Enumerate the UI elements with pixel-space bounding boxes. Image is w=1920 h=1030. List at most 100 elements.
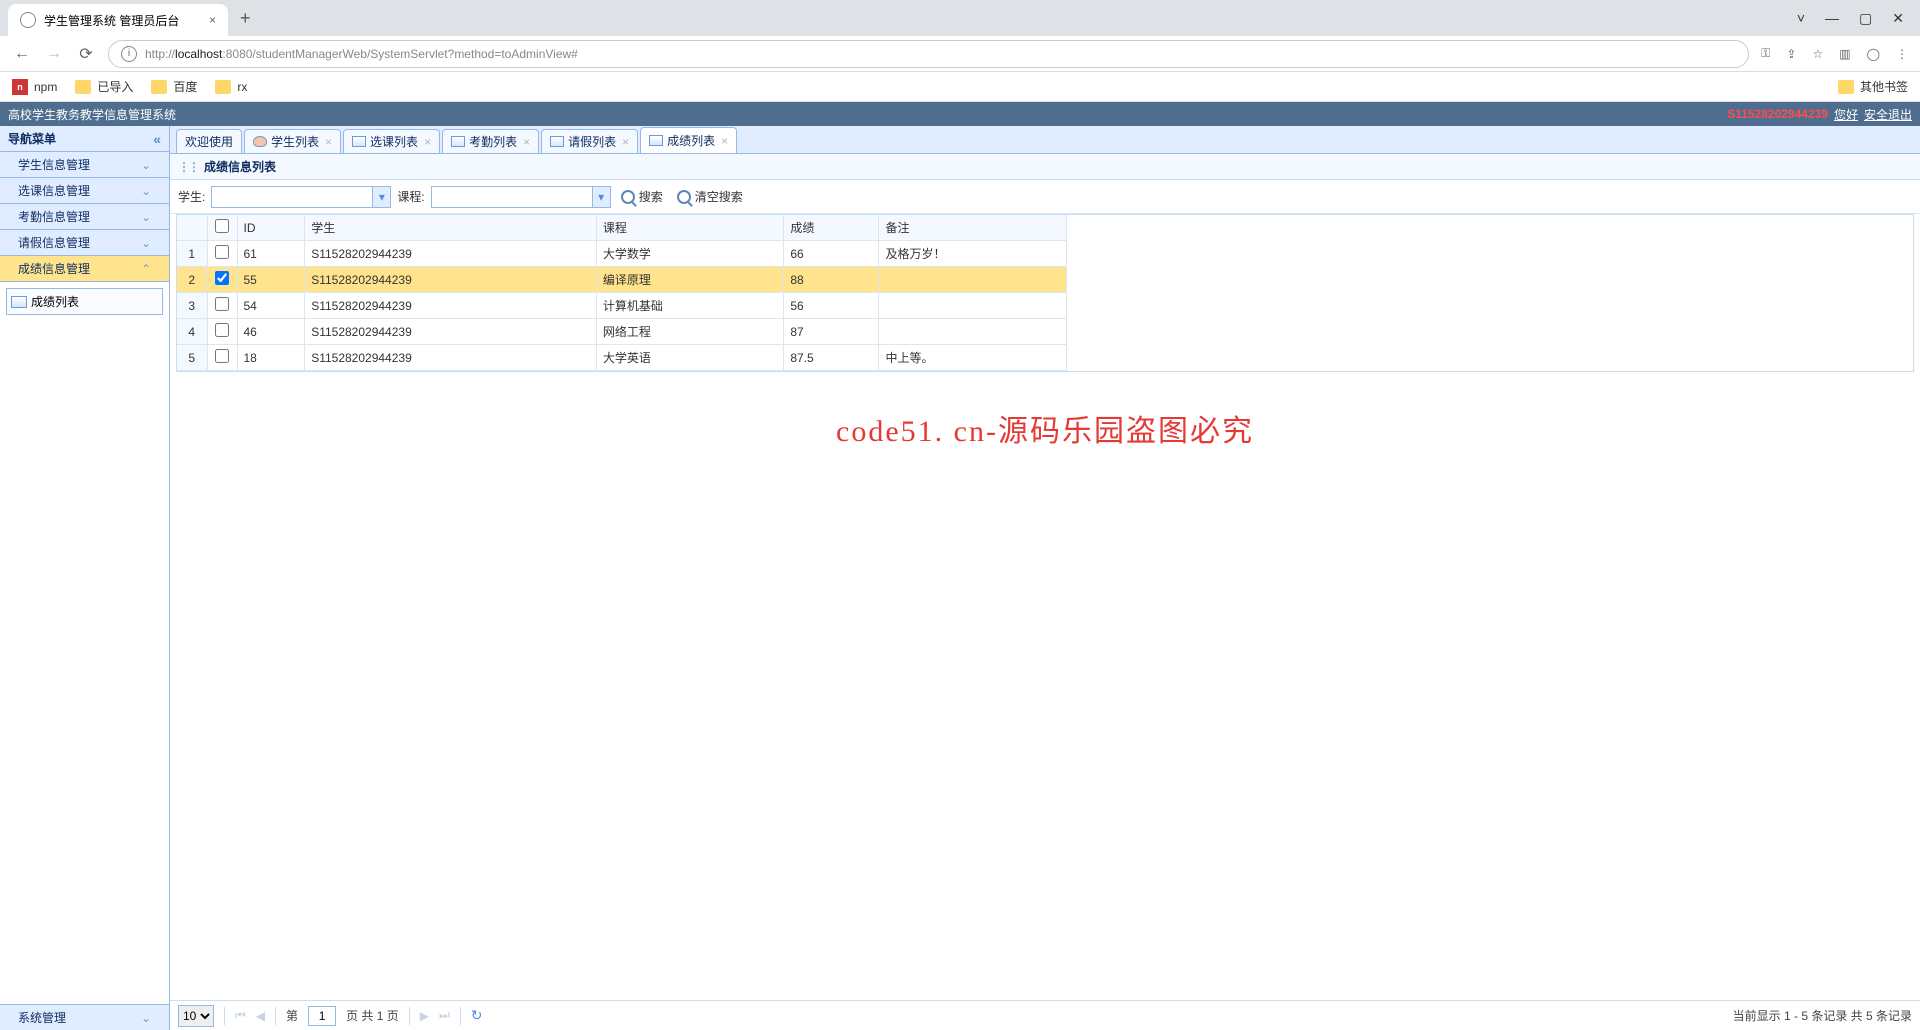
- profile-icon[interactable]: ◯: [1867, 47, 1880, 61]
- book-icon: [649, 135, 663, 146]
- tab-3[interactable]: 考勤列表×: [442, 129, 539, 153]
- student-label: 学生:: [178, 188, 205, 205]
- toolbar: 学生: ▾ 课程: ▾ 搜索 清空搜索: [170, 180, 1920, 214]
- chevron-down-icon[interactable]: ˅: [1797, 10, 1805, 27]
- reload-grid-icon[interactable]: ↻: [471, 1007, 483, 1024]
- favicon-icon: [20, 12, 36, 28]
- star-icon[interactable]: ☆: [1812, 47, 1823, 61]
- tab-1[interactable]: 学生列表×: [244, 129, 341, 153]
- chevron-icon: ⌄: [141, 236, 151, 250]
- app-header: 高校学生教务教学信息管理系统 S11528202944239 您好 安全退出: [0, 102, 1920, 126]
- prev-page-icon[interactable]: ◀: [256, 1009, 265, 1023]
- page-input[interactable]: [308, 1006, 336, 1026]
- back-icon[interactable]: ←: [12, 45, 32, 63]
- chevron-icon: ⌄: [141, 158, 151, 172]
- tab-2[interactable]: 选课列表×: [343, 129, 440, 153]
- greeting-link[interactable]: 您好: [1834, 106, 1858, 123]
- url-text: http://localhost:8080/studentManagerWeb/…: [145, 46, 578, 61]
- chevron-down-icon[interactable]: ▾: [592, 187, 610, 207]
- table-row[interactable]: 161S11528202944239大学数学66及格万岁！: [177, 241, 1067, 267]
- tab-4[interactable]: 请假列表×: [541, 129, 638, 153]
- select-all-checkbox[interactable]: [215, 219, 229, 233]
- close-tab-icon[interactable]: ×: [721, 134, 728, 148]
- search-button[interactable]: 搜索: [617, 186, 667, 207]
- book-icon: [451, 136, 465, 147]
- close-tab-icon[interactable]: ×: [209, 13, 216, 27]
- reload-icon[interactable]: ⟳: [76, 44, 96, 64]
- last-page-icon[interactable]: ⏭: [439, 1008, 450, 1023]
- extensions-icon[interactable]: ▥: [1839, 47, 1850, 61]
- forward-icon[interactable]: →: [44, 45, 64, 63]
- chevron-down-icon[interactable]: ▾: [372, 187, 390, 207]
- table-row[interactable]: 518S11528202944239大学英语87.5中上等。: [177, 345, 1067, 371]
- row-checkbox[interactable]: [215, 323, 229, 337]
- sidebar-item-1[interactable]: 选课信息管理⌄: [0, 178, 169, 204]
- sidebar-item-0[interactable]: 学生信息管理⌄: [0, 152, 169, 178]
- maximize-icon[interactable]: ▢: [1859, 10, 1872, 27]
- next-page-icon[interactable]: ▶: [420, 1009, 429, 1023]
- column-header[interactable]: 课程: [596, 215, 784, 241]
- close-tab-icon[interactable]: ×: [424, 135, 431, 149]
- table-row[interactable]: 354S11528202944239计算机基础56: [177, 293, 1067, 319]
- browser-chrome: 学生管理系统 管理员后台 × + ˅ — ▢ ✕ ← → ⟳ i http://…: [0, 0, 1920, 102]
- row-checkbox[interactable]: [215, 245, 229, 259]
- minimize-icon[interactable]: —: [1825, 10, 1839, 27]
- tab-strip: 欢迎使用学生列表×选课列表×考勤列表×请假列表×成绩列表×: [170, 126, 1920, 154]
- table-row[interactable]: 446S11528202944239网络工程87: [177, 319, 1067, 345]
- bookmark-other[interactable]: 其他书签: [1838, 78, 1908, 95]
- url-input[interactable]: i http://localhost:8080/studentManagerWe…: [108, 40, 1749, 68]
- bookmark-bar: nnpm 已导入 百度 rx 其他书签: [0, 72, 1920, 102]
- share-icon[interactable]: ⇪: [1786, 47, 1796, 61]
- watermark: code51. cn-源码乐园盗图必究: [836, 406, 1254, 450]
- browser-tab[interactable]: 学生管理系统 管理员后台 ×: [8, 4, 228, 36]
- pager-info: 当前显示 1 - 5 条记录 共 5 条记录: [1733, 1007, 1912, 1024]
- key-icon[interactable]: ⚿: [1761, 46, 1770, 61]
- sidebar-title: 导航菜单 «: [0, 126, 169, 152]
- npm-icon: n: [12, 79, 28, 95]
- student-combo[interactable]: ▾: [211, 186, 391, 208]
- clear-search-button[interactable]: 清空搜索: [673, 186, 747, 207]
- row-checkbox[interactable]: [215, 297, 229, 311]
- folder-icon: [75, 80, 91, 94]
- sidebar: 导航菜单 « 学生信息管理⌄选课信息管理⌄考勤信息管理⌄请假信息管理⌄成绩信息管…: [0, 126, 170, 1030]
- tab-0[interactable]: 欢迎使用: [176, 129, 242, 153]
- student-input[interactable]: [212, 187, 372, 207]
- chevron-icon: ⌄: [141, 184, 151, 198]
- bookmark-imported[interactable]: 已导入: [75, 78, 133, 95]
- close-tab-icon[interactable]: ×: [523, 135, 530, 149]
- site-info-icon[interactable]: i: [121, 46, 137, 62]
- sidebar-item-4[interactable]: 成绩信息管理⌃: [0, 256, 169, 282]
- tab-5[interactable]: 成绩列表×: [640, 127, 737, 153]
- close-window-icon[interactable]: ✕: [1892, 10, 1904, 27]
- column-header[interactable]: 学生: [305, 215, 597, 241]
- row-checkbox[interactable]: [215, 349, 229, 363]
- bookmark-npm[interactable]: nnpm: [12, 79, 57, 95]
- main: 欢迎使用学生列表×选课列表×考勤列表×请假列表×成绩列表× ⋮⋮ 成绩信息列表 …: [170, 126, 1920, 1030]
- table-row[interactable]: 255S11528202944239编译原理88: [177, 267, 1067, 293]
- page-size-select[interactable]: 10: [178, 1005, 214, 1027]
- address-actions: ⚿ ⇪ ☆ ▥ ◯ ⋮: [1761, 46, 1908, 61]
- close-tab-icon[interactable]: ×: [325, 135, 332, 149]
- column-header[interactable]: 成绩: [784, 215, 879, 241]
- sidebar-footer[interactable]: 系统管理 ⌄: [0, 1004, 169, 1030]
- column-header[interactable]: ID: [237, 215, 305, 241]
- bookmark-rx[interactable]: rx: [215, 80, 247, 94]
- first-page-icon[interactable]: ⏮: [235, 1008, 246, 1023]
- row-checkbox[interactable]: [215, 271, 229, 285]
- menu-icon[interactable]: ⋮: [1896, 47, 1908, 61]
- search-icon: [621, 190, 635, 204]
- sidebar-item-2[interactable]: 考勤信息管理⌄: [0, 204, 169, 230]
- tree-node-scores[interactable]: 成绩列表: [6, 288, 163, 315]
- course-combo[interactable]: ▾: [431, 186, 611, 208]
- sidebar-item-3[interactable]: 请假信息管理⌄: [0, 230, 169, 256]
- collapse-icon[interactable]: «: [153, 131, 161, 147]
- new-tab-button[interactable]: +: [228, 8, 263, 29]
- logout-link[interactable]: 安全退出: [1864, 106, 1912, 123]
- course-input[interactable]: [432, 187, 592, 207]
- column-header[interactable]: 备注: [879, 215, 1067, 241]
- close-tab-icon[interactable]: ×: [622, 135, 629, 149]
- bookmark-baidu[interactable]: 百度: [151, 78, 197, 95]
- search-icon: [677, 190, 691, 204]
- course-label: 课程:: [397, 188, 424, 205]
- folder-icon: [151, 80, 167, 94]
